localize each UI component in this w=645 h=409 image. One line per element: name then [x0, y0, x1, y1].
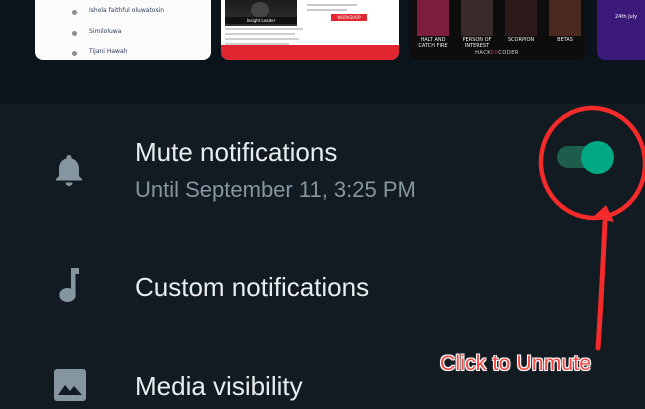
poster-caption: HALT AND CATCH FIRE [418, 37, 448, 49]
media-thumbnail-posters[interactable]: HALT AND CATCH FIRE PERSON OF INTEREST S… [409, 0, 585, 60]
annotation-label: Click to Unmute [440, 352, 592, 375]
poster-caption: PERSON OF INTEREST [462, 37, 492, 49]
poster-caption: SCORPION [507, 37, 535, 43]
media-thumbnail-flyer[interactable]: Insight Leader WORKSHOP [221, 0, 399, 60]
media-visibility-title: Media visibility [135, 371, 303, 401]
poster-image [549, 0, 581, 36]
poster-image [505, 0, 537, 36]
bullet-dot [72, 10, 77, 15]
poster-image [417, 0, 449, 36]
mute-notifications-row[interactable]: Mute notifications Until September 11, 3… [0, 120, 645, 230]
custom-notifications-title: Custom notifications [135, 272, 370, 302]
bell-icon [54, 153, 84, 191]
media-strip: Ishola faithful oluwatosin Similoluwa Ti… [0, 0, 645, 104]
music-note-icon [58, 267, 80, 307]
mute-notifications-title: Mute notifications [135, 137, 338, 167]
media-thumbnail-list[interactable]: Ishola faithful oluwatosin Similoluwa Ti… [35, 0, 211, 60]
flyer-footer [221, 45, 399, 60]
mute-notifications-subtitle: Until September 11, 3:25 PM [135, 177, 416, 202]
media-thumbnail-event[interactable]: 24th July [597, 0, 645, 60]
poster-image [461, 0, 493, 36]
mute-toggle[interactable] [557, 141, 617, 174]
bullet-dot [72, 51, 77, 56]
event-date: 24th July [615, 14, 638, 20]
flyer-name-bar: Insight Leader [225, 17, 297, 24]
list-item: Tijani Hawah [89, 48, 128, 55]
bullet-dot [72, 31, 77, 36]
flyer-text-lines [307, 4, 367, 34]
toggle-thumb [581, 141, 614, 174]
list-item: Ishola faithful oluwatosin [89, 7, 165, 14]
chat-settings-screen: Ishola faithful oluwatosin Similoluwa Ti… [0, 0, 645, 409]
list-item: Similoluwa [89, 28, 122, 35]
image-icon [54, 369, 86, 405]
poster-caption: BETAS [557, 37, 573, 43]
brand-text: HACKERCODER [475, 50, 519, 56]
custom-notifications-row[interactable]: Custom notifications [0, 245, 645, 330]
